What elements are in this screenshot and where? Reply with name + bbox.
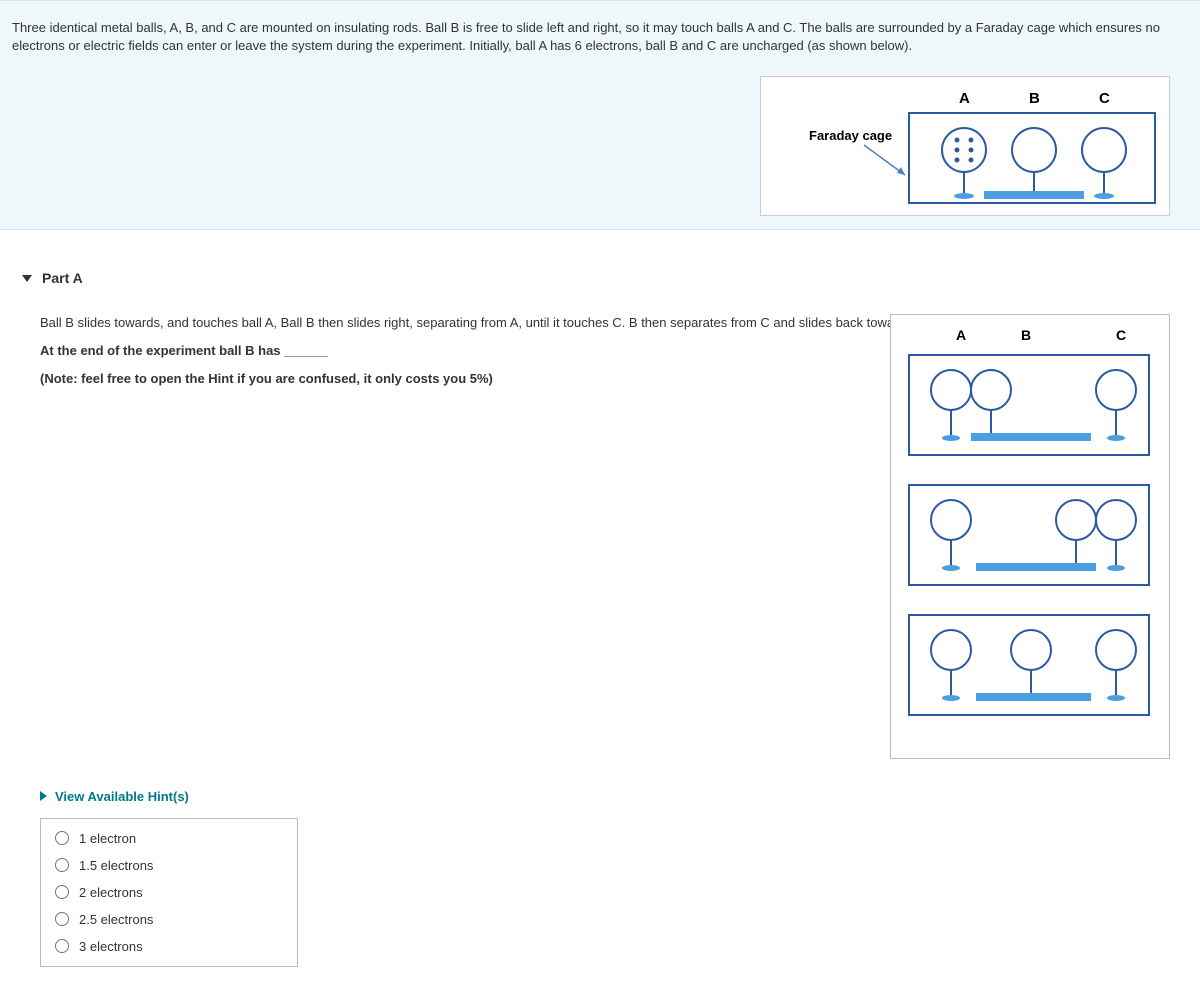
sequence-diagram: A B C <box>901 325 1157 745</box>
answer-options: 1 electron 1.5 electrons 2 electrons 2.5… <box>40 818 298 967</box>
option-2[interactable]: 1.5 electrons <box>41 852 297 879</box>
side-figure: A B C <box>890 314 1170 759</box>
intro-text: Three identical metal balls, A, B, and C… <box>12 19 1188 55</box>
faraday-diagram: Faraday cage A B C <box>769 85 1163 209</box>
option-3-radio[interactable] <box>55 885 69 899</box>
option-3[interactable]: 2 electrons <box>41 879 297 906</box>
faraday-label: Faraday cage <box>809 128 892 143</box>
ball-label-b: B <box>1029 90 1040 107</box>
ball-label-c: C <box>1099 90 1110 107</box>
option-4-radio[interactable] <box>55 912 69 926</box>
chevron-down-icon <box>22 275 32 282</box>
option-4[interactable]: 2.5 electrons <box>41 906 297 933</box>
option-2-radio[interactable] <box>55 858 69 872</box>
ball-label-a: A <box>959 90 970 107</box>
part-a-header[interactable]: Part A <box>22 270 1188 286</box>
seq-label-a: A <box>956 327 966 343</box>
part-a-section: Part A Ball B slides towards, and touche… <box>0 230 1200 987</box>
intro-figure: Faraday cage A B C <box>760 76 1170 216</box>
part-a-body: Ball B slides towards, and touches ball … <box>22 314 1188 967</box>
option-1-radio[interactable] <box>55 831 69 845</box>
part-a-title: Part A <box>42 270 83 286</box>
intro-section: Three identical metal balls, A, B, and C… <box>0 0 1200 230</box>
option-1[interactable]: 1 electron <box>41 825 297 852</box>
option-5-radio[interactable] <box>55 939 69 953</box>
chevron-right-icon <box>40 791 47 801</box>
view-hints-link[interactable]: View Available Hint(s) <box>40 789 1188 804</box>
seq-label-c: C <box>1116 327 1126 343</box>
seq-label-b: B <box>1021 327 1031 343</box>
option-5[interactable]: 3 electrons <box>41 933 297 960</box>
